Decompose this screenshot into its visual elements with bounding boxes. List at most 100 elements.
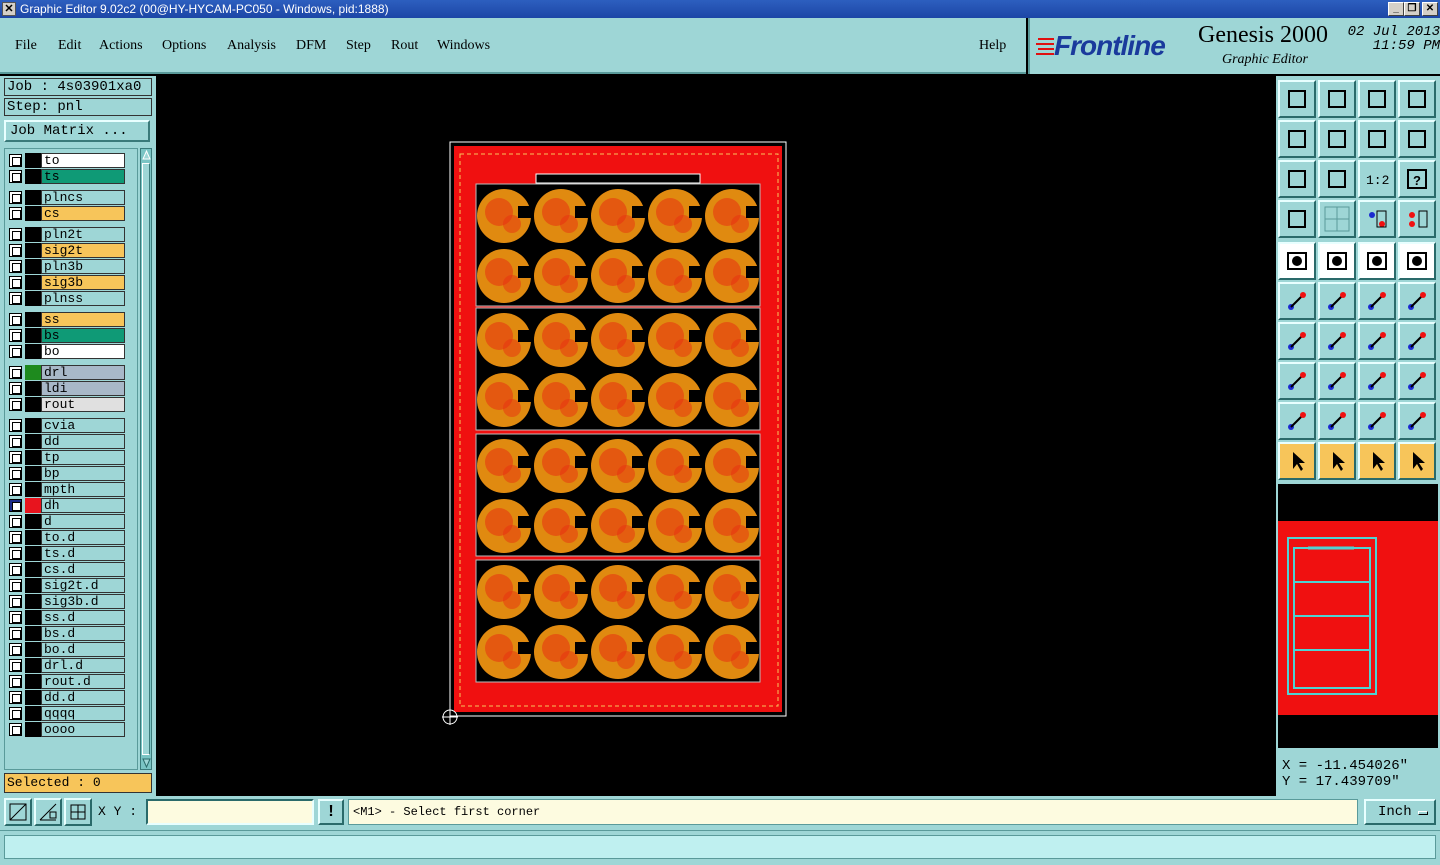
ratio-1-2-button[interactable]: 1:2	[1358, 160, 1396, 198]
layer-row-oooo[interactable]: oooo	[7, 722, 127, 737]
layer-row-dd[interactable]: dd	[7, 434, 127, 449]
layer-row-ts.d[interactable]: ts.d	[7, 546, 127, 561]
layer-row-plncs[interactable]: plncs	[7, 190, 127, 205]
pad-select-button[interactable]	[1398, 242, 1436, 280]
layer-row-sig3b[interactable]: sig3b	[7, 275, 127, 290]
layer-row-pln3b[interactable]: pln3b	[7, 259, 127, 274]
layer-row-cvia[interactable]: cvia	[7, 418, 127, 433]
tools-button[interactable]	[1278, 200, 1316, 238]
connect-button[interactable]	[1278, 282, 1316, 320]
layer-name[interactable]: dh	[41, 498, 125, 513]
layer-name[interactable]: bp	[41, 466, 125, 481]
menu-step[interactable]: Step	[346, 38, 371, 54]
layer-name[interactable]: qqqq	[41, 706, 125, 721]
layer-checkbox[interactable]	[9, 627, 22, 640]
layer-name[interactable]: bo.d	[41, 642, 125, 657]
layer-row-dh[interactable]: dh	[7, 498, 127, 513]
zoom-fit-button[interactable]	[1278, 160, 1316, 198]
layer-row-plnss[interactable]: plnss	[7, 291, 127, 306]
feature-flip-button[interactable]	[1398, 322, 1436, 360]
menu-actions[interactable]: Actions	[99, 38, 143, 54]
zoom-area-button[interactable]	[4, 798, 32, 826]
pointer-button[interactable]	[1278, 442, 1316, 480]
layer-name[interactable]: ts	[41, 169, 125, 184]
layer-checkbox[interactable]	[9, 170, 22, 183]
layer-name[interactable]: cs.d	[41, 562, 125, 577]
layer-row-bp[interactable]: bp	[7, 466, 127, 481]
arc-button[interactable]	[1358, 322, 1396, 360]
layer-checkbox[interactable]	[9, 659, 22, 672]
layer-checkbox[interactable]	[9, 579, 22, 592]
help-query-button[interactable]: ?	[1398, 160, 1436, 198]
triangle-a2-button[interactable]	[1358, 402, 1396, 440]
zoom-home-button[interactable]	[1318, 160, 1356, 198]
layer-checkbox[interactable]	[9, 329, 22, 342]
triangle-a-button[interactable]	[1318, 402, 1356, 440]
add-red-dot-button[interactable]	[1398, 282, 1436, 320]
layer-name[interactable]: rout	[41, 397, 125, 412]
menu-edit[interactable]: Edit	[58, 38, 81, 54]
layer-row-cs.d[interactable]: cs.d	[7, 562, 127, 577]
layer-checkbox[interactable]	[9, 419, 22, 432]
layer-checkbox[interactable]	[9, 499, 22, 512]
layer-checkbox[interactable]	[9, 313, 22, 326]
layer-name[interactable]: rout.d	[41, 674, 125, 689]
layer-name[interactable]: ts.d	[41, 546, 125, 561]
layer-checkbox[interactable]	[9, 451, 22, 464]
layer-name[interactable]: d	[41, 514, 125, 529]
layer-name[interactable]: bo	[41, 344, 125, 359]
layer-row-cs[interactable]: cs	[7, 206, 127, 221]
layer-checkbox[interactable]	[9, 435, 22, 448]
netlist-compare-button[interactable]	[1398, 200, 1436, 238]
layer-checkbox[interactable]	[9, 366, 22, 379]
warning-button[interactable]: !	[318, 799, 344, 825]
prev-step-button[interactable]	[1278, 120, 1316, 158]
menu-rout[interactable]: Rout	[391, 38, 418, 54]
scroll-thumb[interactable]	[142, 163, 150, 755]
layer-scrollbar[interactable]	[140, 148, 152, 770]
layer-checkbox[interactable]	[9, 675, 22, 688]
layer-checkbox[interactable]	[9, 244, 22, 257]
layer-row-rout[interactable]: rout	[7, 397, 127, 412]
layer-name[interactable]: sig3b.d	[41, 594, 125, 609]
menu-analysis[interactable]: Analysis	[227, 38, 276, 54]
layer-name[interactable]: sig2t	[41, 243, 125, 258]
grid-button[interactable]	[1318, 200, 1356, 238]
layer-name[interactable]: bs	[41, 328, 125, 343]
layer-name[interactable]: dd	[41, 434, 125, 449]
menu-file[interactable]: File	[15, 38, 37, 54]
netlist-red-button[interactable]	[1358, 200, 1396, 238]
layer-checkbox[interactable]	[9, 707, 22, 720]
layer-name[interactable]: dd.d	[41, 690, 125, 705]
xy-input[interactable]	[146, 799, 314, 825]
layer-checkbox[interactable]	[9, 154, 22, 167]
minus-button[interactable]	[1318, 362, 1356, 400]
layer-row-qqqq[interactable]: qqqq	[7, 706, 127, 721]
layer-row-ss.d[interactable]: ss.d	[7, 610, 127, 625]
film-button[interactable]	[1278, 242, 1316, 280]
layer-name[interactable]: sig2t.d	[41, 578, 125, 593]
layer-name[interactable]: sig3b	[41, 275, 125, 290]
layer-name[interactable]: plncs	[41, 190, 125, 205]
copy-feature-button[interactable]	[1278, 362, 1316, 400]
layer-checkbox[interactable]	[9, 228, 22, 241]
layer-checkbox[interactable]	[9, 191, 22, 204]
layer-checkbox[interactable]	[9, 723, 22, 736]
layer-name[interactable]: tp	[41, 450, 125, 465]
layer-row-bs[interactable]: bs	[7, 328, 127, 343]
layer-row-sig3b.d[interactable]: sig3b.d	[7, 594, 127, 609]
layer-row-dd.d[interactable]: dd.d	[7, 690, 127, 705]
pcb-panel-view[interactable]	[156, 76, 1276, 796]
layer-name[interactable]: pln2t	[41, 227, 125, 242]
layer-row-tp[interactable]: tp	[7, 450, 127, 465]
layer-checkbox[interactable]	[9, 207, 22, 220]
layer-row-d[interactable]: d	[7, 514, 127, 529]
layer-checkbox[interactable]	[9, 467, 22, 480]
select-region-button[interactable]	[1358, 442, 1396, 480]
home-button[interactable]	[1358, 80, 1396, 118]
layer-checkbox[interactable]	[9, 276, 22, 289]
layer-checkbox[interactable]	[9, 531, 22, 544]
snap-button[interactable]	[34, 798, 62, 826]
menu-windows[interactable]: Windows	[437, 38, 490, 54]
layer-checkbox[interactable]	[9, 382, 22, 395]
